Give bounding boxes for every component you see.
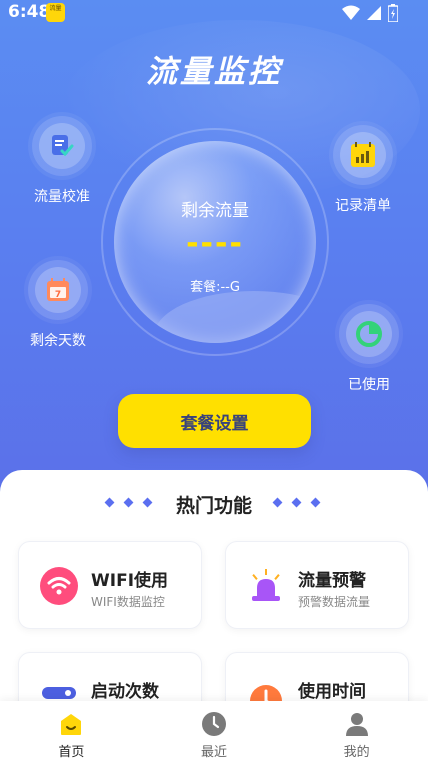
card-title: WIFI使用: [91, 571, 169, 591]
page-title: 流量监控: [146, 54, 282, 90]
wifi-icon: [40, 567, 78, 605]
status-indicators: [342, 4, 398, 22]
status-bar: 6:48 流量: [0, 0, 428, 26]
card-subtitle: WIFI数据监控: [91, 595, 165, 609]
feature-used[interactable]: 已使用: [324, 304, 414, 394]
plan-settings-button[interactable]: 套餐设置: [118, 394, 311, 448]
home-icon: [61, 714, 82, 735]
calibrate-icon: [52, 135, 74, 157]
card-subtitle: 预警数据流量: [298, 595, 371, 609]
feature-days-left-label: 剩余天数: [30, 333, 86, 349]
feature-records-label: 记录清单: [335, 198, 391, 214]
card-traffic-alert[interactable]: 流量预警 预警数据流量: [225, 541, 409, 629]
feature-records[interactable]: 记录清单: [318, 125, 408, 215]
nav-recent-label: 最近: [201, 745, 228, 760]
feature-days-left[interactable]: 7 剩余天数: [13, 260, 103, 350]
cell-signal-icon: [367, 6, 381, 20]
calendar-icon: 7: [47, 278, 69, 301]
nav-profile[interactable]: 我的: [285, 701, 428, 763]
battery-icon: [388, 4, 398, 22]
plan-quota-text: 套餐:--G: [190, 280, 240, 295]
nav-home-label: 首页: [58, 745, 85, 760]
wifi-signal-icon: [342, 5, 360, 20]
section-title: 热门功能: [175, 495, 252, 517]
records-icon: [351, 142, 375, 167]
alarm-icon: [252, 569, 280, 601]
status-time: 6:48: [8, 2, 51, 22]
bottom-navigation: 首页 最近 我的: [0, 701, 428, 763]
status-app-icon: 流量: [46, 3, 65, 22]
remaining-traffic-value: ----: [186, 226, 244, 261]
feature-used-label: 已使用: [348, 377, 390, 393]
svg-text:7: 7: [55, 290, 61, 300]
usage-pie-icon: [356, 321, 382, 347]
nav-home[interactable]: 首页: [0, 701, 143, 763]
feature-calibrate-label: 流量校准: [34, 189, 90, 205]
user-icon: [345, 713, 368, 736]
card-wifi-usage[interactable]: WIFI使用 WIFI数据监控: [18, 541, 202, 629]
clock-icon: [202, 712, 226, 736]
bubble-wave: [154, 291, 316, 343]
card-title: 使用时间: [298, 682, 366, 702]
remaining-traffic-label: 剩余流量: [181, 201, 249, 221]
feature-calibrate[interactable]: 流量校准: [17, 116, 107, 206]
section-title-decoration-right: [272, 497, 321, 508]
nav-recent[interactable]: 最近: [143, 701, 286, 763]
card-title: 启动次数: [91, 682, 159, 702]
nav-profile-label: 我的: [343, 745, 370, 760]
card-title: 流量预警: [298, 571, 366, 591]
